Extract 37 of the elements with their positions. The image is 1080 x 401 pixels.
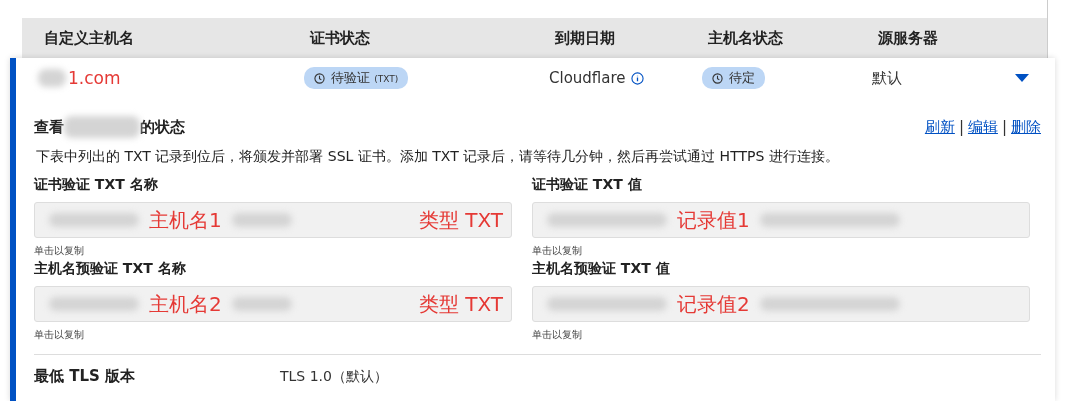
column-header: 自定义主机名 — [44, 28, 135, 48]
column-header: 到期日期 — [555, 28, 616, 48]
setting-label: 最低 TLS 版本 — [34, 367, 137, 386]
field-hint: 单击以复制 — [34, 328, 85, 342]
expiry-text: Cloudflare — [549, 69, 702, 87]
description: 下表中列出的 TXT 记录到位后，将颁发并部署 SSL 证书。添加 TXT 记录后，请等待几分钟，然后再尝试通过 HTTPS 进行连接。 — [36, 148, 840, 166]
copy-field[interactable]: 记录值1 — [532, 202, 1030, 238]
origin-text: 默认 — [872, 68, 903, 88]
hostname: 1.com — [68, 68, 121, 88]
field-label: 证书验证 TXT 值 — [532, 176, 643, 194]
copy-field[interactable]: 主机名2 类型 TXT — [34, 286, 512, 322]
caret-icon[interactable] — [1015, 74, 1029, 82]
separator: | — [958, 117, 964, 137]
action-link[interactable]: 刷新 — [924, 117, 955, 137]
status-badge: 待验证 (TXT) — [304, 67, 409, 89]
copy-field[interactable]: 主机名1 类型 TXT — [34, 202, 512, 238]
separator: | — [1001, 117, 1007, 137]
column-header: 证书状态 — [310, 28, 371, 48]
clock-icon — [314, 72, 325, 84]
field-hint: 单击以复制 — [532, 244, 583, 258]
field-label: 主机名预验证 TXT 值 — [532, 260, 671, 278]
field-label: 主机名预验证 TXT 名称 — [34, 260, 187, 278]
field-hint: 单击以复制 — [34, 244, 85, 258]
section-title: 查看 — [34, 117, 64, 137]
action-link[interactable]: 删除 — [1011, 117, 1041, 137]
setting-value: TLS 1.0（默认） — [280, 367, 389, 386]
info-icon — [630, 71, 644, 85]
action-link[interactable]: 编辑 — [967, 117, 998, 137]
field-label: 证书验证 TXT 名称 — [34, 176, 159, 194]
column-header: 主机名状态 — [708, 28, 784, 48]
column-header: 源服务器 — [878, 28, 939, 48]
status-badge: 待定 — [702, 67, 765, 89]
copy-field[interactable]: 记录值2 — [532, 286, 1030, 322]
section-title: 的状态 — [140, 117, 185, 137]
blurred-text — [38, 69, 66, 87]
field-hint: 单击以复制 — [532, 328, 583, 342]
clock-icon — [712, 72, 723, 84]
